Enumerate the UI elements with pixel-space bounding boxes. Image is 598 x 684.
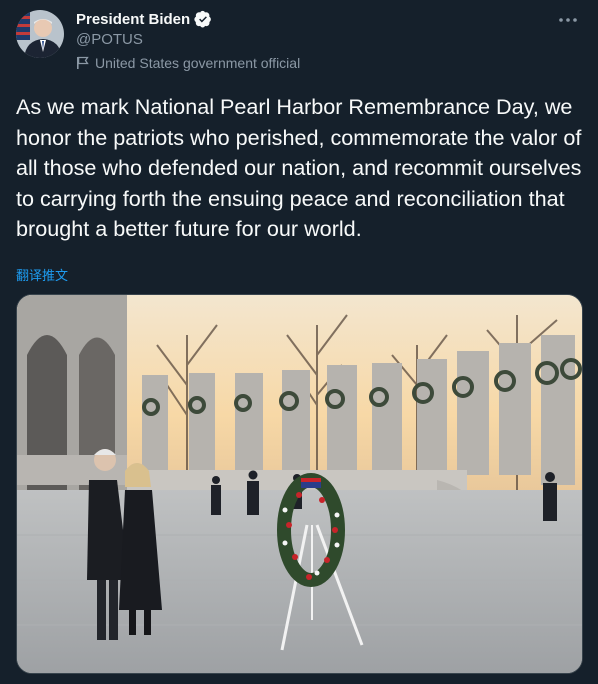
translate-tweet-link[interactable]: 翻译推文 [16, 265, 68, 284]
verified-badge-icon [194, 10, 212, 28]
tweet-photo[interactable] [16, 294, 583, 674]
tweet-card: President Biden @POTUS United States gov… [0, 0, 598, 684]
account-label: United States government official [76, 55, 300, 71]
name-row: President Biden [76, 10, 212, 28]
display-name[interactable]: President Biden [76, 11, 190, 28]
account-label-text: United States government official [95, 55, 301, 71]
handle[interactable]: @POTUS [76, 31, 143, 48]
more-icon[interactable] [556, 10, 580, 30]
flag-icon [77, 56, 89, 69]
avatar[interactable] [16, 10, 64, 58]
tweet-text: As we mark National Pearl Harbor Remembr… [16, 94, 588, 241]
